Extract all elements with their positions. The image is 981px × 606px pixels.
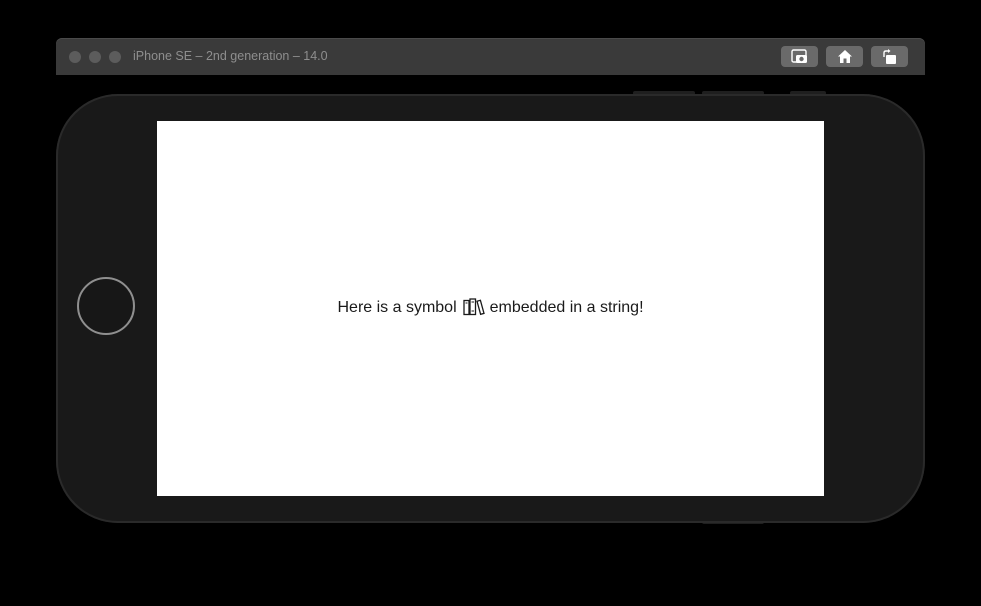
device-screen[interactable]: Here is a symbol embedded in a string! [157, 121, 824, 496]
label-text-after: embedded in a string! [489, 299, 644, 316]
label-text-before: Here is a symbol [337, 299, 457, 316]
minimize-window-button[interactable] [89, 51, 101, 63]
close-window-button[interactable] [69, 51, 81, 63]
home-icon [837, 50, 852, 63]
rotate-button[interactable] [871, 46, 908, 67]
screenshot-button[interactable] [781, 46, 818, 67]
device-home-button[interactable] [77, 277, 135, 335]
simulator-title-bar: iPhone SE – 2nd generation – 14.0 [56, 38, 925, 75]
window-title: iPhone SE – 2nd generation – 14.0 [133, 49, 328, 63]
books-vertical-icon [462, 298, 485, 321]
home-button-toolbar[interactable] [826, 46, 863, 67]
embedded-symbol-label: Here is a symbol embedded in a string! [157, 298, 824, 321]
simulator-stage: iPhone SE – 2nd generation – 14.0 Here i… [0, 0, 981, 606]
zoom-window-button[interactable] [109, 51, 121, 63]
rotate-icon [882, 48, 896, 64]
screenshot-camera-icon [790, 48, 807, 63]
